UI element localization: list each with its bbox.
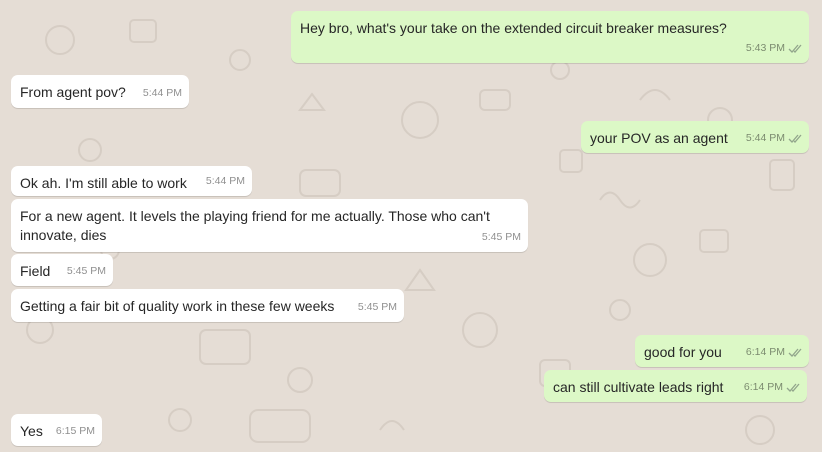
double-check-icon — [788, 134, 802, 143]
message-meta: 5:43 PM — [746, 39, 802, 58]
message-meta: 6:14 PM — [744, 378, 800, 397]
message-time: 5:44 PM — [205, 175, 245, 187]
message-time: 6:15 PM — [55, 425, 95, 437]
message-meta: 5:44 PM — [143, 84, 182, 103]
message-time: 5:45 PM — [481, 231, 521, 243]
message-time: 5:44 PM — [745, 132, 785, 144]
outgoing-message[interactable]: can still cultivate leads right 6:14 PM — [544, 370, 807, 402]
double-check-icon — [788, 348, 802, 357]
double-check-icon — [786, 383, 800, 392]
message-text: Ok ah. I'm still able to work — [20, 175, 187, 191]
message-time: 5:45 PM — [66, 265, 106, 277]
incoming-message[interactable]: Ok ah. I'm still able to work 5:44 PM — [11, 166, 252, 196]
outgoing-message[interactable]: good for you 6:14 PM — [635, 335, 809, 367]
outgoing-message[interactable]: Hey bro, what's your take on the extende… — [291, 11, 809, 63]
message-text: From agent pov? — [20, 84, 126, 100]
message-text: Getting a fair bit of quality work in th… — [20, 298, 335, 314]
incoming-message[interactable]: Yes 6:15 PM — [11, 414, 102, 446]
message-time: 5:44 PM — [142, 87, 182, 99]
incoming-message[interactable]: Getting a fair bit of quality work in th… — [11, 289, 404, 322]
message-time: 5:43 PM — [745, 42, 785, 54]
message-time: 6:14 PM — [743, 381, 783, 393]
message-time: 5:45 PM — [357, 301, 397, 313]
message-meta: 5:45 PM — [482, 228, 521, 247]
message-meta: 6:14 PM — [746, 343, 802, 362]
message-text: Yes — [20, 423, 43, 439]
message-meta: 6:15 PM — [56, 422, 95, 441]
message-meta: 5:45 PM — [358, 298, 397, 317]
message-text: can still cultivate leads right — [553, 379, 724, 395]
message-meta: 5:44 PM — [746, 129, 802, 148]
incoming-message[interactable]: Field 5:45 PM — [11, 254, 113, 286]
incoming-message[interactable]: From agent pov? 5:44 PM — [11, 75, 189, 108]
message-text: Hey bro, what's your take on the extende… — [300, 20, 727, 36]
message-time: 6:14 PM — [745, 346, 785, 358]
message-text: Field — [20, 263, 51, 279]
outgoing-message[interactable]: your POV as an agent 5:44 PM — [581, 121, 809, 153]
message-text: good for you — [644, 344, 722, 360]
message-meta: 5:44 PM — [206, 172, 245, 191]
incoming-message[interactable]: For a new agent. It levels the playing f… — [11, 199, 528, 252]
message-meta: 5:45 PM — [67, 262, 106, 281]
message-text: your POV as an agent — [590, 130, 728, 146]
message-text: For a new agent. It levels the playing f… — [20, 208, 490, 243]
double-check-icon — [788, 44, 802, 53]
